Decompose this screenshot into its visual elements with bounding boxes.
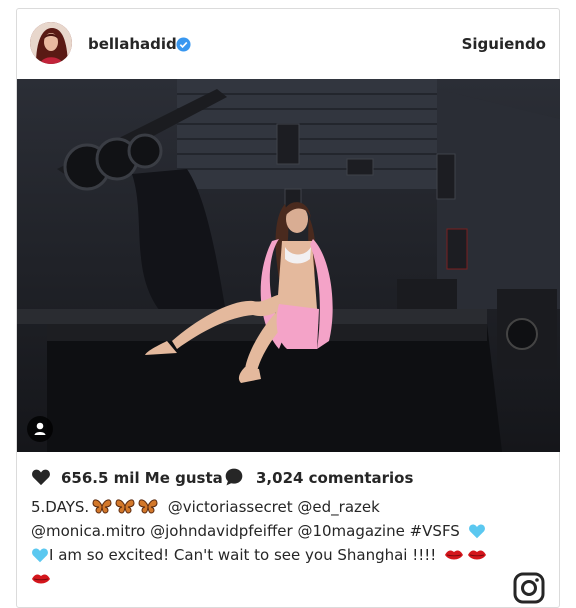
verified-badge-icon	[176, 37, 191, 52]
caption-text-2: I am so excited! Can't wait to see you S…	[49, 546, 437, 564]
caption-mentions-1[interactable]: @victoriassecret @ed_razek	[168, 498, 380, 516]
lips-emoji	[445, 550, 464, 560]
caption-mentions-2[interactable]: @monica.mitro @johndavidpfeiffer @10maga…	[31, 522, 460, 540]
comments-count[interactable]: 3,024 comentarios	[256, 469, 413, 487]
blue-heart-emoji	[32, 548, 48, 563]
likes-count[interactable]: 656.5 mil Me gusta	[61, 469, 223, 487]
butterfly-emoji	[138, 499, 158, 514]
butterfly-emoji	[92, 499, 112, 514]
avatar[interactable]	[30, 22, 72, 64]
caption-text-1: 5.DAYS.	[31, 498, 90, 516]
comment-icon[interactable]	[224, 467, 244, 487]
following-button[interactable]: Siguiendo	[462, 35, 546, 53]
username[interactable]: bellahadid	[88, 35, 177, 53]
post-header: bellahadid Siguiendo	[17, 9, 559, 79]
heart-icon[interactable]	[31, 468, 51, 486]
post-caption: 5.DAYS. @victoriassecret @ed_razek @moni…	[31, 495, 521, 591]
blue-heart-emoji	[468, 524, 485, 539]
camera-icon[interactable]	[513, 572, 545, 604]
butterfly-emoji	[115, 499, 135, 514]
lips-emoji	[468, 550, 487, 560]
post-photo[interactable]	[17, 79, 560, 452]
post-card: bellahadid Siguiendo 656.5 mil Me gusta …	[16, 8, 560, 608]
user-tag-icon[interactable]	[27, 416, 53, 442]
post-actions: 656.5 mil Me gusta 3,024 comentarios	[17, 464, 559, 492]
